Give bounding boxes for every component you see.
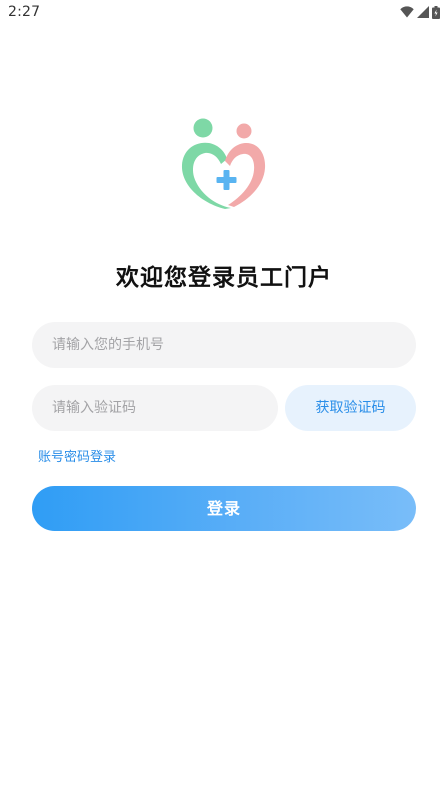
login-button[interactable]: 登录 [32, 486, 416, 531]
wifi-icon [400, 6, 414, 18]
status-time: 2:27 [8, 4, 41, 20]
battery-icon [432, 5, 440, 19]
password-login-link[interactable]: 账号密码登录 [38, 446, 116, 465]
status-bar: 2:27 [0, 0, 448, 26]
verification-code-field[interactable] [32, 385, 278, 431]
page-title: 欢迎您登录员工门户 [116, 265, 332, 291]
verification-code-input[interactable] [32, 385, 278, 431]
cellular-signal-icon [417, 6, 429, 18]
phone-input[interactable] [32, 322, 416, 368]
status-icons [400, 4, 440, 20]
phone-field[interactable] [32, 322, 416, 368]
get-code-button[interactable]: 获取验证码 [285, 385, 416, 431]
heart-medical-cross-logo [179, 117, 269, 213]
